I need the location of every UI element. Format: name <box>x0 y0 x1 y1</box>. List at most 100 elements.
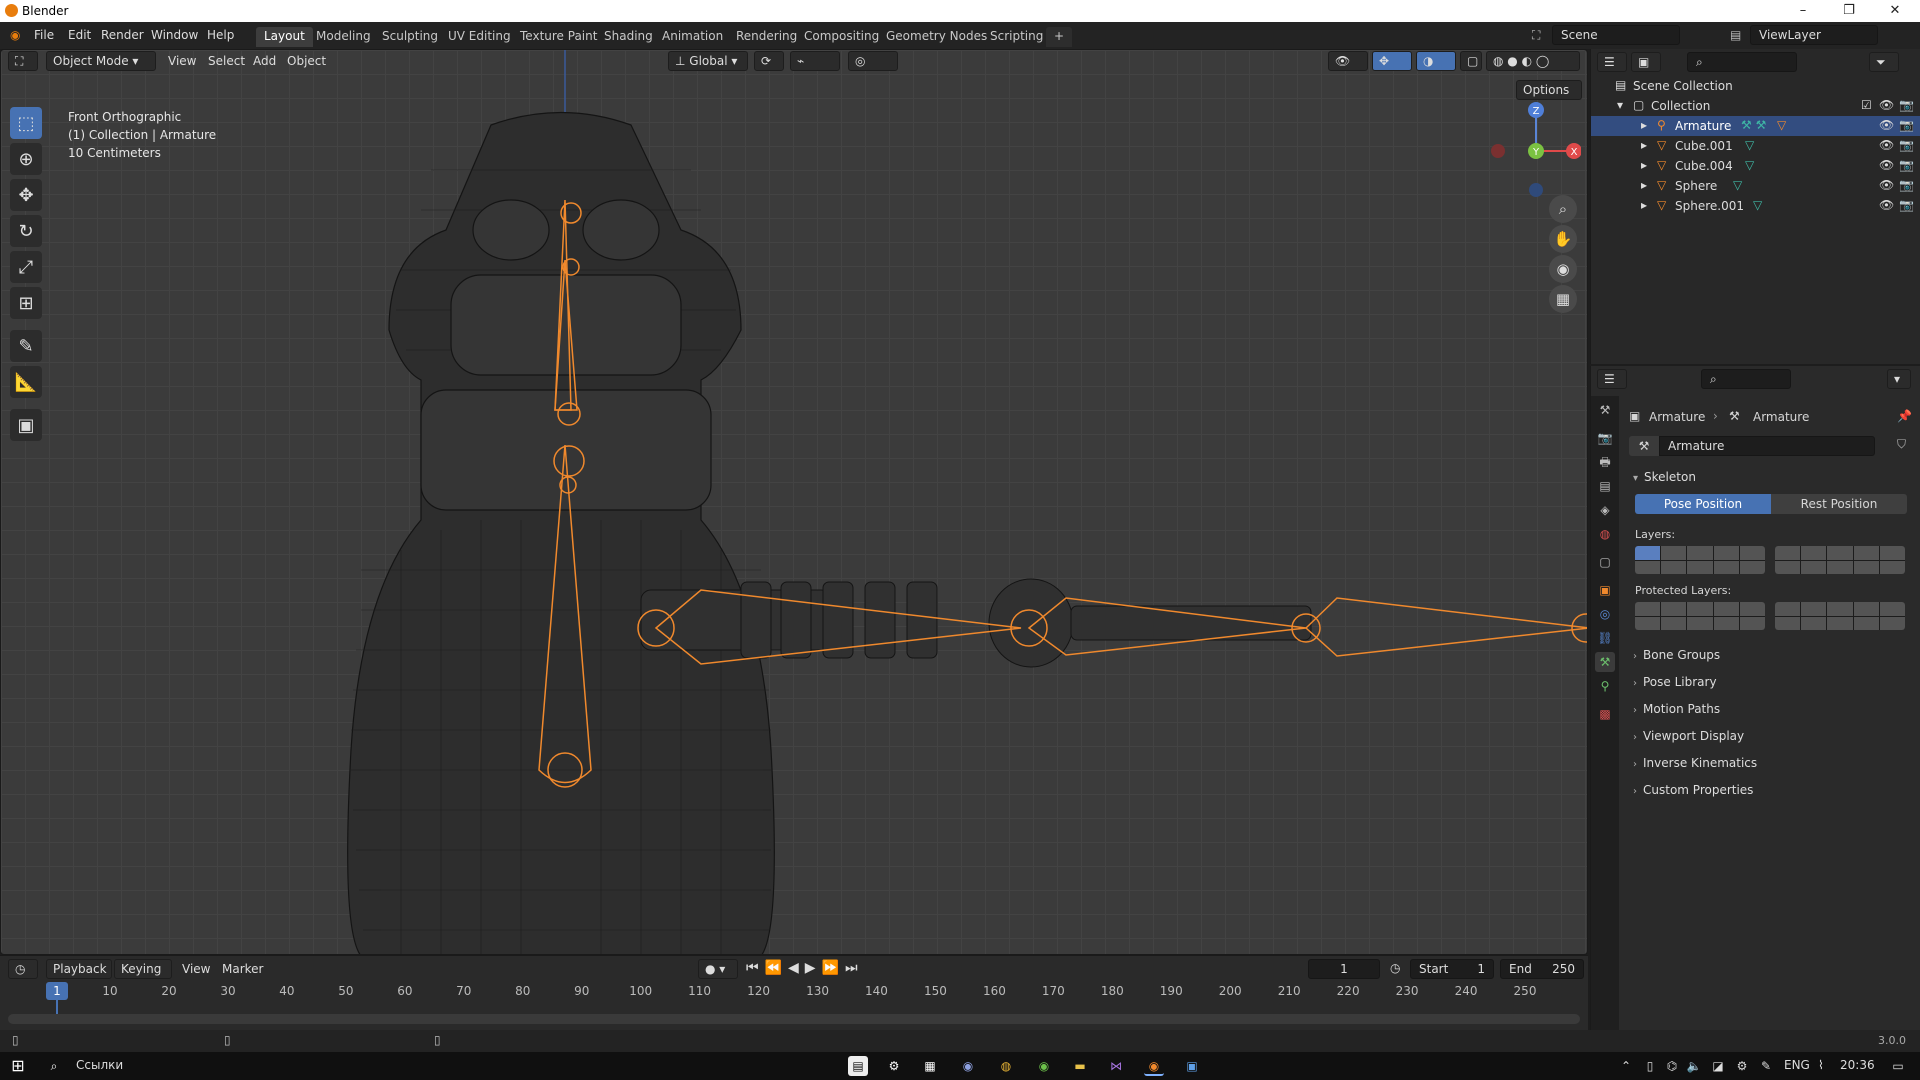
outliner-item-sphere[interactable]: ▸ ▽ Sphere ▽ 👁 📷 <box>1591 176 1920 196</box>
armature-data-tab-icon[interactable]: ⚒ <box>1595 652 1615 672</box>
notification-center-icon[interactable]: ▭ <box>1888 1056 1908 1076</box>
camera-icon[interactable]: 📷 <box>1899 138 1914 152</box>
discord-icon[interactable]: ◉ <box>958 1056 978 1076</box>
select-box-tool[interactable]: ⬚ <box>10 107 42 139</box>
collection-checkbox-icon[interactable]: ☑ <box>1861 98 1872 112</box>
tray-steam-icon[interactable]: ⚙ <box>1732 1056 1752 1076</box>
menu-file[interactable]: File <box>34 28 54 42</box>
camera-icon[interactable]: 📷 <box>1899 98 1914 112</box>
restore-button[interactable]: ❐ <box>1826 0 1872 22</box>
filter-icon[interactable]: ⏷ <box>1869 52 1899 72</box>
select-menu[interactable]: Select <box>208 54 245 68</box>
pose-position-button[interactable]: Pose Position <box>1635 494 1771 514</box>
steam-icon[interactable]: ⚙ <box>884 1056 904 1076</box>
render-tab-icon[interactable]: 📷 <box>1595 428 1615 448</box>
tray-device-icon[interactable]: ▯ <box>1640 1056 1660 1076</box>
pivot-icon[interactable]: ⟳ <box>754 51 784 71</box>
tab-modeling[interactable]: Modeling <box>308 27 379 47</box>
ortho-grid-icon[interactable]: ▦ <box>1549 285 1577 313</box>
eye-icon[interactable]: 👁 <box>1879 158 1894 172</box>
world-tab-icon[interactable]: ◍ <box>1595 524 1615 544</box>
camera-view-icon[interactable]: ◉ <box>1549 255 1577 283</box>
tab-uv-editing[interactable]: UV Editing <box>440 27 519 47</box>
zoom-icon[interactable]: ⌕ <box>1549 195 1577 223</box>
tab-shading[interactable]: Shading <box>596 27 661 47</box>
outliner-scene-collection[interactable]: ▤ Scene Collection <box>1591 76 1920 96</box>
layers-grid-right[interactable] <box>1775 546 1905 574</box>
view-layer-selector[interactable]: ViewLayer <box>1750 25 1878 45</box>
editor-type-icon[interactable]: ⛶ <box>8 51 38 71</box>
visibility-icon[interactable]: 👁 <box>1328 51 1368 71</box>
collapse-icon[interactable]: ▾ <box>1617 98 1623 112</box>
tab-sculpting[interactable]: Sculpting <box>374 27 446 47</box>
menu-render[interactable]: Render <box>101 28 144 42</box>
tab-geometry-nodes[interactable]: Geometry Nodes <box>878 27 995 47</box>
pin-icon[interactable]: 📌 <box>1897 409 1912 423</box>
annotate-tool[interactable]: ✎ <box>10 330 42 362</box>
windows-start-icon[interactable]: ⊞ <box>8 1056 28 1076</box>
overlay-toggle-icon[interactable]: ◑ <box>1416 51 1456 71</box>
rest-position-button[interactable]: Rest Position <box>1771 494 1907 514</box>
inverse-kinematics-panel-header[interactable]: › Inverse Kinematics <box>1633 756 1757 770</box>
outliner-item-cube-004[interactable]: ▸ ▽ Cube.004 ▽ 👁 📷 <box>1591 156 1920 176</box>
blender-taskbar-icon[interactable]: ◉ <box>1144 1056 1164 1076</box>
tray-chevron-icon[interactable]: ⌃ <box>1616 1056 1636 1076</box>
add-menu[interactable]: Add <box>253 54 276 68</box>
display-mode-icon[interactable]: ▣ <box>1631 52 1661 72</box>
scene-selector[interactable]: Scene <box>1552 25 1680 45</box>
layers-grid-left[interactable] <box>1635 546 1765 574</box>
menu-help[interactable]: Help <box>207 28 234 42</box>
tab-layout[interactable]: Layout <box>256 27 313 47</box>
blender-menu-icon[interactable]: ◉ <box>10 28 20 42</box>
scale-tool[interactable]: ⤢ <box>10 251 42 283</box>
pose-library-panel-header[interactable]: › Pose Library <box>1633 675 1717 689</box>
gizmo-toggle-icon[interactable]: ✥ <box>1372 51 1412 71</box>
add-cube-tool[interactable]: ▣ <box>10 409 42 441</box>
skeleton-panel-header[interactable]: ▾ Skeleton <box>1633 470 1696 484</box>
taskbar-search-text[interactable]: Ссылки <box>76 1058 123 1072</box>
language-indicator[interactable]: ENG <box>1784 1058 1810 1072</box>
tab-animation[interactable]: Animation <box>654 27 731 47</box>
properties-search-input[interactable]: ⌕ <box>1701 369 1791 389</box>
timeline-scrollbar[interactable] <box>8 1014 1580 1024</box>
close-button[interactable]: ✕ <box>1872 0 1918 22</box>
3d-viewport[interactable]: Front Orthographic (1) Collection | Arma… <box>0 49 1588 955</box>
tab-compositing[interactable]: Compositing <box>796 27 887 47</box>
app-window-icon[interactable]: ▣ <box>1182 1056 1202 1076</box>
expand-icon[interactable]: ▸ <box>1641 118 1647 132</box>
options-button[interactable]: Options <box>1516 80 1582 100</box>
fake-user-shield-icon[interactable]: ⛉ <box>1897 437 1906 452</box>
tab-scripting[interactable]: Scripting <box>982 27 1051 47</box>
view-menu[interactable]: View <box>168 54 196 68</box>
eye-icon[interactable]: 👁 <box>1879 198 1894 212</box>
transform-tool[interactable]: ⊞ <box>10 287 42 319</box>
snap-icon[interactable]: ⌁ <box>790 51 840 71</box>
camera-icon[interactable]: 📷 <box>1899 178 1914 192</box>
taskbar-wifi-icon[interactable]: ⌇ <box>1818 1058 1824 1072</box>
tool-tab-icon[interactable]: ⚒ <box>1595 400 1615 420</box>
expand-icon[interactable]: ▸ <box>1641 198 1647 212</box>
file-explorer-icon[interactable]: ▬ <box>1070 1056 1090 1076</box>
notes-app-icon[interactable]: ▤ <box>848 1056 868 1076</box>
expand-icon[interactable]: ▸ <box>1641 178 1647 192</box>
scene-tab-icon[interactable]: ◈ <box>1595 500 1615 520</box>
outliner-item-cube-001[interactable]: ▸ ▽ Cube.001 ▽ 👁 📷 <box>1591 136 1920 156</box>
camera-icon[interactable]: 📷 <box>1899 158 1914 172</box>
tab-rendering[interactable]: Rendering <box>728 27 805 47</box>
object-mode-dropdown[interactable]: Object Mode ▾ <box>46 51 156 71</box>
transform-orientation-dropdown[interactable]: ⊥ Global ▾ <box>668 51 748 71</box>
expand-icon[interactable]: ▸ <box>1641 138 1647 152</box>
motion-paths-panel-header[interactable]: › Motion Paths <box>1633 702 1720 716</box>
armature-datablock-icon[interactable]: ⚒ <box>1629 436 1659 456</box>
xray-icon[interactable]: ▢ <box>1460 51 1482 71</box>
properties-editor-icon[interactable]: ☰ <box>1597 369 1627 389</box>
output-tab-icon[interactable]: 🖶 <box>1595 452 1615 472</box>
pan-hand-icon[interactable]: ✋ <box>1549 225 1577 253</box>
taskbar-search-icon[interactable]: ⌕ <box>44 1056 64 1076</box>
outliner-editor-icon[interactable]: ☰ <box>1597 52 1627 72</box>
tray-pen-icon[interactable]: ✎ <box>1756 1056 1776 1076</box>
outliner-collection[interactable]: ▾ ▢ Collection ☑ 👁 📷 <box>1591 96 1920 116</box>
armature-name-field[interactable]: Armature <box>1659 436 1875 456</box>
calculator-icon[interactable]: ▦ <box>920 1056 940 1076</box>
move-tool[interactable]: ✥ <box>10 179 42 211</box>
